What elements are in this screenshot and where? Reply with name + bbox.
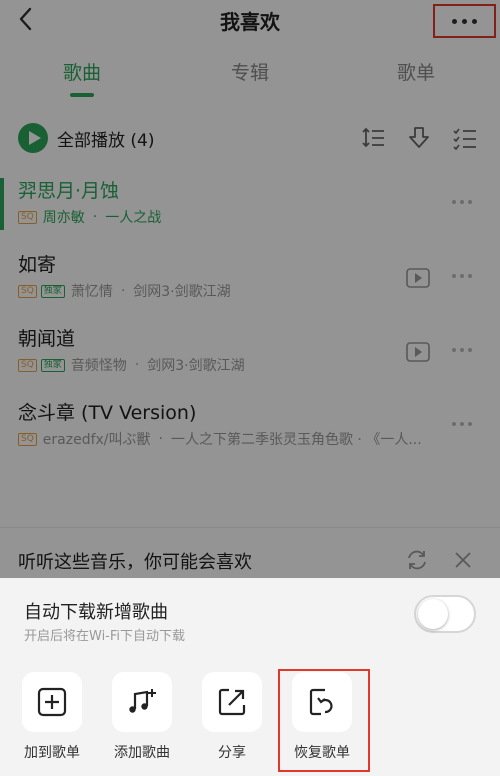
add-songs-button[interactable]: 添加歌曲 [110, 672, 174, 762]
add-box-icon [22, 672, 82, 732]
add-to-playlist-button[interactable]: 加到歌单 [20, 672, 84, 762]
action-label: 加到歌单 [24, 745, 80, 761]
add-music-icon [112, 672, 172, 732]
auto-download-title: 自动下载新增歌曲 [24, 602, 168, 623]
restore-highlight-box [278, 669, 370, 772]
toggle-knob [418, 599, 448, 629]
auto-download-subtitle: 开启后将在Wi-Fi下自动下载 [24, 629, 186, 644]
bottom-sheet: 自动下载新增歌曲 开启后将在Wi-Fi下自动下载 加到歌单 添加歌曲 分享 恢复… [0, 578, 500, 776]
favorites-page: 我喜欢 歌曲 专辑 歌单 全部播放 (4) 羿思月·月蚀 SQ 周亦敏 · 一人… [0, 0, 500, 776]
action-label: 添加歌曲 [114, 745, 170, 761]
share-button[interactable]: 分享 [200, 672, 264, 762]
dim-overlay[interactable] [0, 0, 500, 578]
auto-download-toggle[interactable] [414, 595, 476, 633]
share-icon [202, 672, 262, 732]
action-label: 分享 [218, 745, 246, 761]
